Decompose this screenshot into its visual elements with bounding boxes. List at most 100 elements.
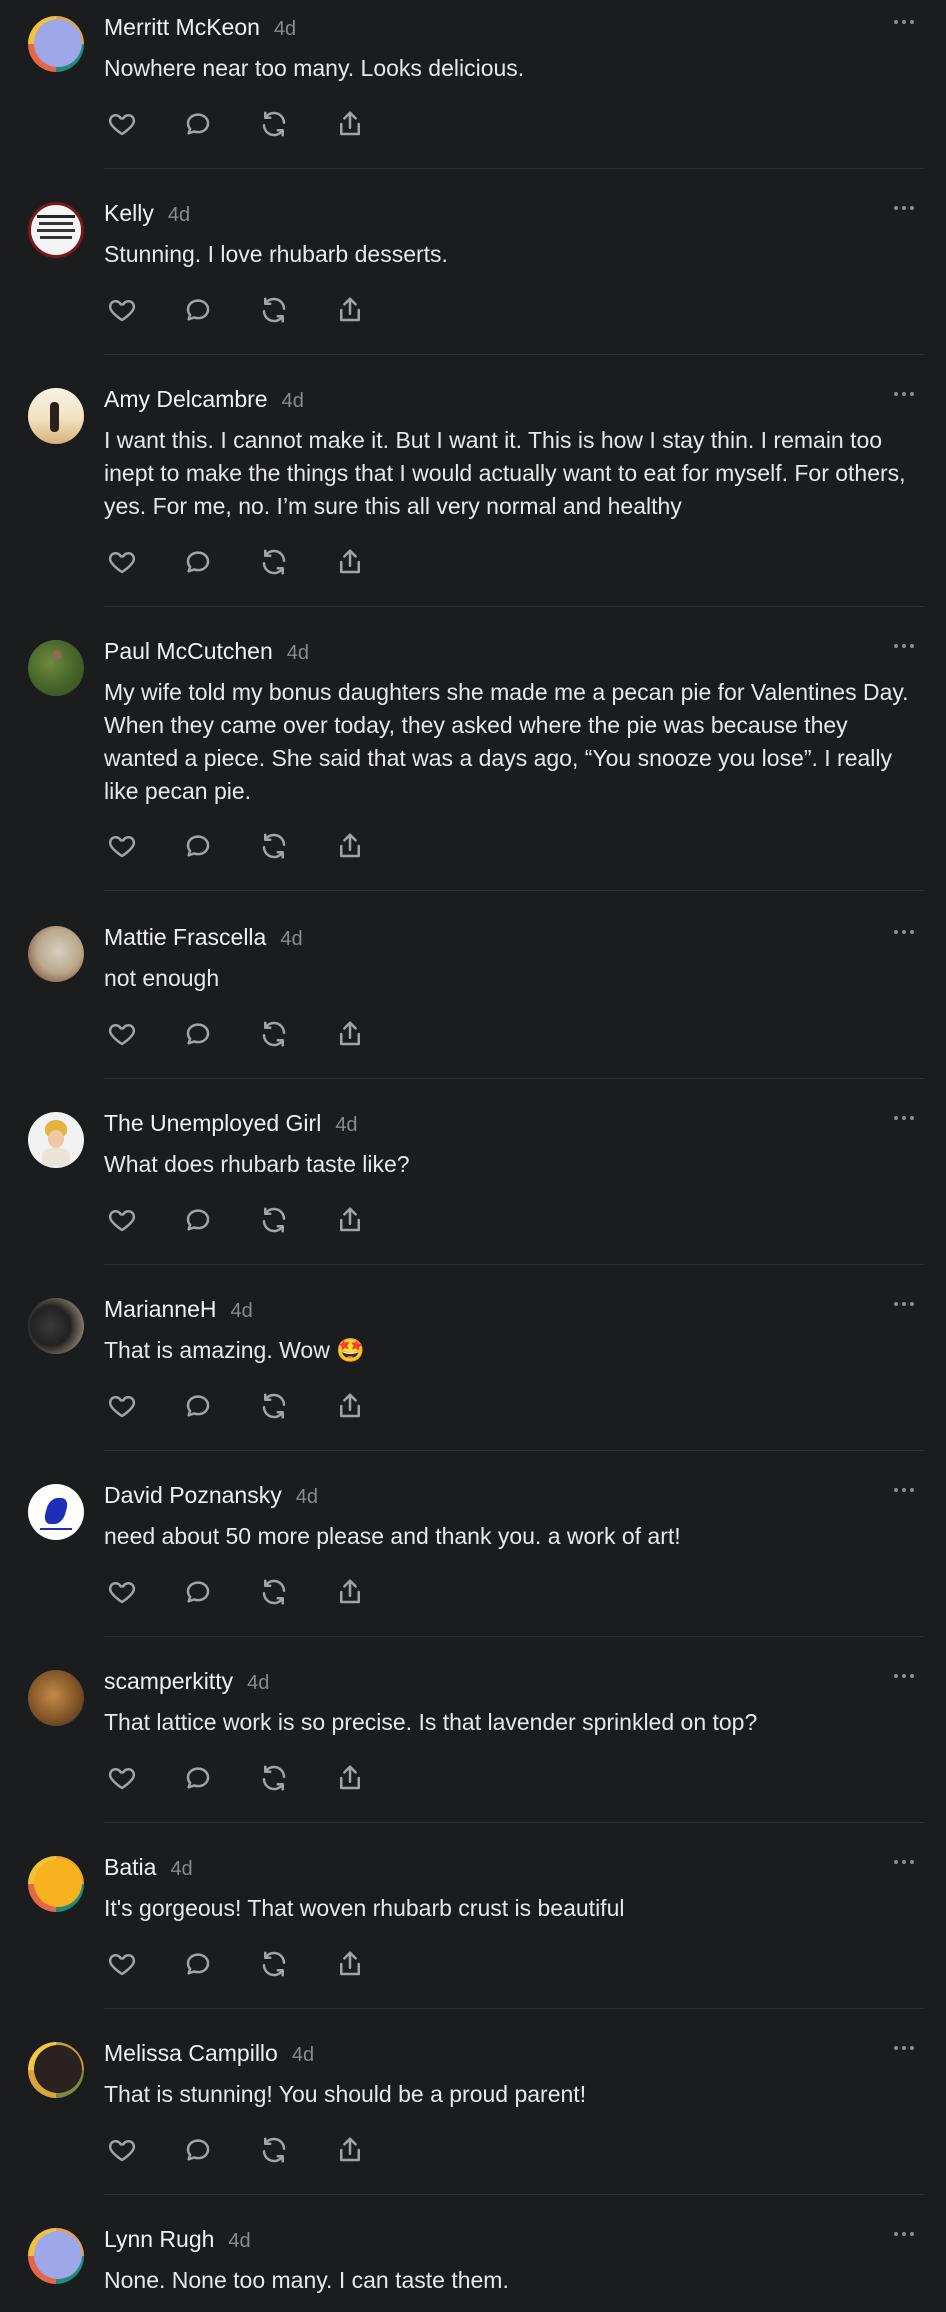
comment-text: That lattice work is so precise. Is that…	[104, 1709, 758, 1735]
more-options-icon[interactable]	[884, 1476, 924, 1504]
author-name[interactable]: Mattie Frascella	[104, 924, 266, 951]
more-options-icon[interactable]	[884, 632, 924, 660]
comment-icon[interactable]	[180, 1016, 216, 1052]
timestamp: 4d	[247, 1672, 270, 1694]
avatar[interactable]	[28, 1298, 84, 1354]
comment-icon[interactable]	[180, 1388, 216, 1424]
avatar[interactable]	[28, 1670, 84, 1726]
author-name[interactable]: Batia	[104, 1854, 156, 1881]
divider	[104, 1822, 924, 1823]
avatar[interactable]	[28, 640, 84, 696]
share-icon[interactable]	[332, 828, 368, 864]
author-name[interactable]: MarianneH	[104, 1296, 217, 1323]
heart-icon[interactable]	[104, 1016, 140, 1052]
heart-icon[interactable]	[104, 828, 140, 864]
more-options-icon[interactable]	[884, 1662, 924, 1690]
more-options-icon[interactable]	[884, 1290, 924, 1318]
comment-icon[interactable]	[180, 1202, 216, 1238]
more-options-icon[interactable]	[884, 2220, 924, 2248]
comment-icon[interactable]	[180, 1574, 216, 1610]
author-name[interactable]: David Poznansky	[104, 1482, 282, 1509]
author-name[interactable]: Merritt McKeon	[104, 14, 260, 41]
comment-icon[interactable]	[180, 106, 216, 142]
more-options-icon[interactable]	[884, 194, 924, 222]
comment-icon[interactable]	[180, 1760, 216, 1796]
comment-text: not enough	[104, 965, 220, 991]
share-icon[interactable]	[332, 292, 368, 328]
share-icon[interactable]	[332, 106, 368, 142]
more-options-icon[interactable]	[884, 8, 924, 36]
heart-icon[interactable]	[104, 2132, 140, 2168]
author-name[interactable]: Amy Delcambre	[104, 386, 268, 413]
comment-icon[interactable]	[180, 544, 216, 580]
avatar[interactable]	[28, 1484, 84, 1540]
share-icon[interactable]	[332, 1202, 368, 1238]
more-options-icon[interactable]	[884, 918, 924, 946]
restack-icon[interactable]	[256, 828, 292, 864]
share-icon[interactable]	[332, 544, 368, 580]
author-name[interactable]: Paul McCutchen	[104, 638, 273, 665]
avatar[interactable]	[28, 2228, 84, 2284]
avatar[interactable]	[28, 2042, 84, 2098]
divider	[104, 2194, 924, 2195]
comment-icon[interactable]	[180, 828, 216, 864]
comment-text: That is amazing. Wow 🤩	[104, 1337, 365, 1363]
comment-text: Stunning. I love rhubarb desserts.	[104, 241, 448, 267]
restack-icon[interactable]	[256, 1016, 292, 1052]
divider	[104, 1450, 924, 1451]
more-options-icon[interactable]	[884, 2034, 924, 2062]
heart-icon[interactable]	[104, 1760, 140, 1796]
heart-icon[interactable]	[104, 106, 140, 142]
share-icon[interactable]	[332, 1760, 368, 1796]
avatar[interactable]	[28, 926, 84, 982]
avatar[interactable]	[28, 202, 84, 258]
restack-icon[interactable]	[256, 544, 292, 580]
timestamp: 4d	[280, 928, 303, 950]
author-name[interactable]: scamperkitty	[104, 1668, 233, 1695]
restack-icon[interactable]	[256, 1946, 292, 1982]
timestamp: 4d	[335, 1114, 358, 1136]
comment-icon[interactable]	[180, 292, 216, 328]
heart-icon[interactable]	[104, 1574, 140, 1610]
heart-icon[interactable]	[104, 1946, 140, 1982]
heart-icon[interactable]	[104, 292, 140, 328]
more-options-icon[interactable]	[884, 380, 924, 408]
restack-icon[interactable]	[256, 1574, 292, 1610]
avatar[interactable]	[28, 16, 84, 72]
comment-actions	[104, 1760, 408, 1796]
comment-icon[interactable]	[180, 2132, 216, 2168]
more-options-icon[interactable]	[884, 1848, 924, 1876]
comment-actions	[104, 2132, 408, 2168]
timestamp: 4d	[281, 390, 304, 412]
author-name[interactable]: Kelly	[104, 200, 154, 227]
restack-icon[interactable]	[256, 292, 292, 328]
heart-icon[interactable]	[104, 1202, 140, 1238]
comment-actions	[104, 292, 408, 328]
restack-icon[interactable]	[256, 1388, 292, 1424]
restack-icon[interactable]	[256, 106, 292, 142]
avatar[interactable]	[28, 388, 84, 444]
avatar[interactable]	[28, 1112, 84, 1168]
timestamp: 4d	[230, 1300, 253, 1322]
author-name[interactable]: Melissa Campillo	[104, 2040, 278, 2067]
restack-icon[interactable]	[256, 1760, 292, 1796]
restack-icon[interactable]	[256, 1202, 292, 1238]
heart-icon[interactable]	[104, 544, 140, 580]
heart-icon[interactable]	[104, 1388, 140, 1424]
avatar[interactable]	[28, 1856, 84, 1912]
comment-actions	[104, 1574, 408, 1610]
comment-text: What does rhubarb taste like?	[104, 1151, 410, 1177]
share-icon[interactable]	[332, 1574, 368, 1610]
share-icon[interactable]	[332, 2132, 368, 2168]
author-name[interactable]: Lynn Rugh	[104, 2226, 214, 2253]
comment-icon[interactable]	[180, 1946, 216, 1982]
share-icon[interactable]	[332, 1016, 368, 1052]
comment-actions	[104, 1016, 408, 1052]
divider	[104, 1264, 924, 1265]
more-options-icon[interactable]	[884, 1104, 924, 1132]
comment-actions	[104, 544, 408, 580]
author-name[interactable]: The Unemployed Girl	[104, 1110, 321, 1137]
share-icon[interactable]	[332, 1388, 368, 1424]
share-icon[interactable]	[332, 1946, 368, 1982]
restack-icon[interactable]	[256, 2132, 292, 2168]
